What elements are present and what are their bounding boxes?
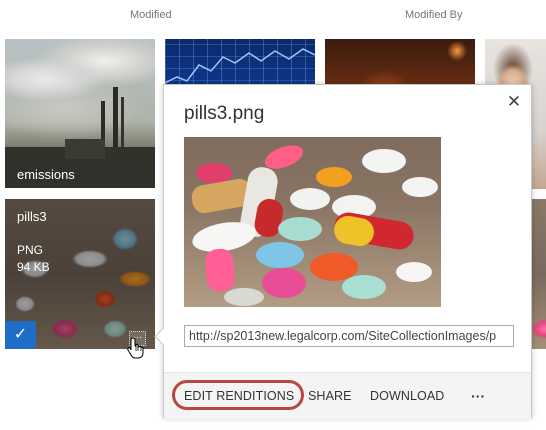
hand-cursor-icon [127,337,144,359]
tile-file-size: 94 KB [17,260,50,274]
tile-title-emissions: emissions [17,167,75,182]
share-button[interactable]: SHARE [308,373,352,419]
image-preview [184,137,441,307]
close-icon[interactable]: ✕ [505,93,523,111]
column-header-modified[interactable]: Modified [130,9,172,21]
more-options-button[interactable]: ··· [471,373,485,419]
file-callout: pills3.png ✕ http://sp2013new.legalcorp.… [163,84,532,419]
emissions-thumbnail [5,87,155,188]
callout-actions: EDIT RENDITIONS SHARE DOWNLOAD ··· [164,372,531,419]
column-header-modified-by[interactable]: Modified By [405,9,462,21]
image-library-page: Modified Modified By emissions pills3 PN… [0,0,546,430]
download-button[interactable]: DOWNLOAD [370,373,444,419]
tile-title-pills3: pills3 [17,209,47,224]
image-tile-emissions[interactable]: emissions [5,39,155,188]
select-checkbox[interactable]: ✓ [5,321,36,349]
edit-renditions-button[interactable]: EDIT RENDITIONS [184,373,294,419]
checkmark-icon: ✓ [13,326,28,343]
pills-preview-image [191,145,438,306]
callout-title: pills3.png [184,103,265,124]
tile-file-type: PNG [17,243,44,257]
file-url-field[interactable]: http://sp2013new.legalcorp.com/SiteColle… [184,325,514,347]
